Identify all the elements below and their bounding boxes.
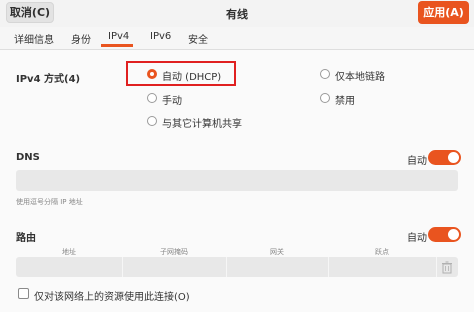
tab-ipv4[interactable]: IPv4 (108, 31, 129, 42)
tab-identity[interactable]: 身份 (71, 31, 91, 46)
radio-shared-label: 与其它计算机共享 (162, 119, 242, 130)
column-address: 地址 (62, 248, 76, 256)
dns-label: DNS (16, 152, 40, 163)
toggle-knob (448, 229, 459, 240)
only-local-resources-label: 仅对该网络上的资源使用此连接(O) (34, 292, 190, 303)
routes-label: 路由 (16, 233, 36, 244)
dns-auto-label: 自动 (407, 156, 427, 167)
radio-link-local[interactable] (320, 69, 330, 79)
radio-link-local-label: 仅本地链路 (335, 72, 385, 83)
column-gateway: 网关 (270, 248, 284, 256)
radio-disabled-label: 禁用 (335, 96, 355, 107)
radio-dhcp-label: 自动 (DHCP) (162, 72, 222, 83)
radio-manual[interactable] (147, 93, 157, 103)
routes-auto-toggle[interactable] (428, 227, 461, 242)
only-local-resources-checkbox[interactable] (18, 288, 29, 299)
route-address-input-divider (122, 257, 123, 277)
column-netmask: 子网掩码 (160, 248, 188, 256)
apply-button[interactable]: 应用(A) (418, 1, 469, 24)
trash-icon[interactable] (440, 260, 454, 274)
window-title: 有线 (226, 8, 248, 21)
tab-details[interactable]: 详细信息 (14, 31, 54, 46)
route-gateway-input-divider (328, 257, 329, 277)
toggle-knob (448, 152, 459, 163)
route-netmask-input-divider (226, 257, 227, 277)
dns-auto-toggle[interactable] (428, 150, 461, 165)
ipv4-method-label: IPv4 方式(4) (16, 74, 81, 85)
tab-security[interactable]: 安全 (188, 31, 208, 46)
radio-dhcp[interactable] (147, 69, 157, 79)
tab-ipv6[interactable]: IPv6 (150, 31, 171, 42)
column-metric: 跃点 (375, 248, 389, 256)
dns-hint: 使用逗号分隔 IP 地址 (16, 198, 83, 206)
radio-manual-label: 手动 (162, 96, 182, 107)
route-metric-input-divider (436, 257, 437, 277)
dns-input[interactable] (16, 170, 458, 191)
route-row (16, 257, 458, 277)
active-tab-indicator (101, 44, 133, 47)
radio-disabled[interactable] (320, 93, 330, 103)
radio-shared[interactable] (147, 116, 157, 126)
routes-auto-label: 自动 (407, 233, 427, 244)
